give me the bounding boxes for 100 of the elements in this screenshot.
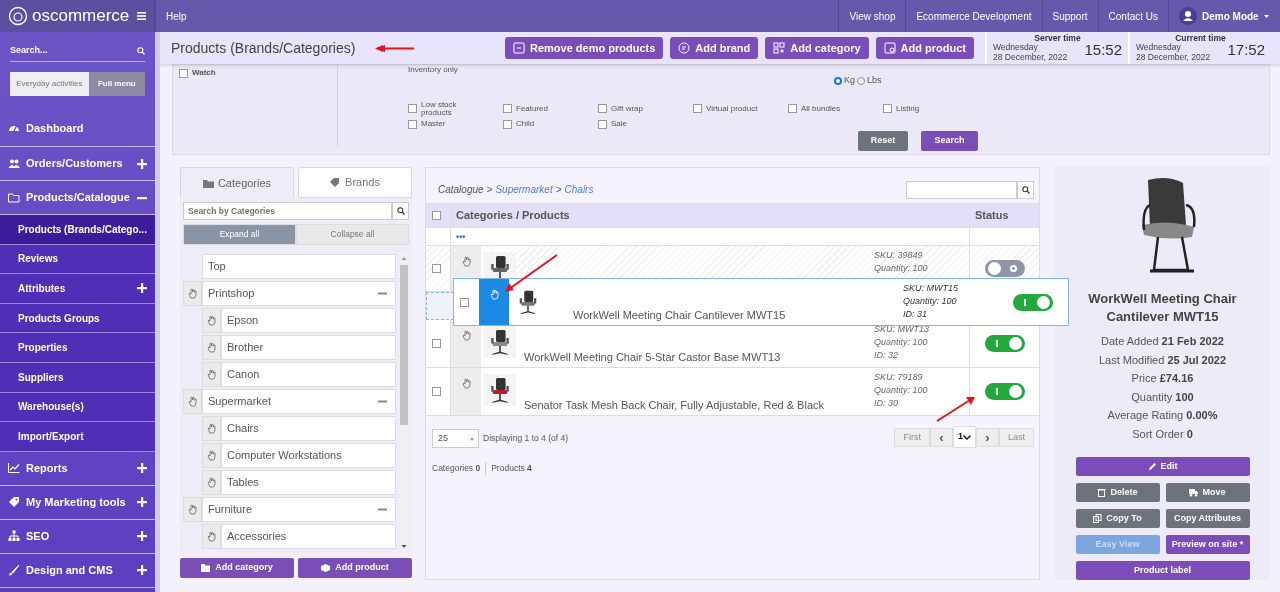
- filter-checkbox[interactable]: Listing: [883, 100, 978, 117]
- dragged-row[interactable]: WorkWell Meeting Chair Cantilever MWT15 SKU: MWT15 Quantity: 100 ID: 31: [453, 278, 1069, 326]
- expand-icon[interactable]: [137, 158, 147, 169]
- breadcrumb-text: Catalogue: [438, 184, 484, 195]
- tree-item[interactable]: Accessories: [221, 524, 396, 549]
- filter-checkbox[interactable]: Sale: [598, 117, 693, 131]
- breadcrumb-link[interactable]: Supermarket: [495, 184, 553, 195]
- add-category-button[interactable]: Add category: [180, 558, 294, 578]
- header-action-button[interactable]: Add category: [765, 36, 869, 60]
- tree-item[interactable]: Brother: [221, 335, 396, 360]
- action-button[interactable]: Edit: [1075, 457, 1250, 477]
- annotation-arrow: [936, 397, 975, 422]
- tree-item[interactable]: Epson: [221, 308, 396, 333]
- expand-icon[interactable]: [137, 531, 147, 542]
- tree-item[interactable]: Supermarket: [202, 389, 396, 414]
- filter-checkbox[interactable]: Featured: [503, 100, 598, 117]
- sidebar-item-label: Products/Catalogue: [26, 190, 130, 206]
- sidebar-subitem[interactable]: Products (Brands/Catego...: [0, 215, 155, 245]
- user-menu[interactable]: Demo Mode: [1202, 8, 1259, 24]
- count-text: Categories 0: [432, 462, 481, 475]
- action-button[interactable]: Product label: [1075, 561, 1250, 581]
- hand-icon: [207, 450, 216, 461]
- action-button[interactable]: Copy Attributes: [1165, 509, 1250, 529]
- select-all-checkbox[interactable]: [431, 211, 441, 220]
- menu-mode-tab[interactable]: Everyday activities: [10, 72, 89, 96]
- status-toggle[interactable]: [984, 383, 1025, 400]
- action-button[interactable]: Delete: [1075, 483, 1160, 503]
- row-checkbox[interactable]: [431, 264, 441, 273]
- header-action-button[interactable]: Add brand: [670, 36, 759, 60]
- sidebar-subitem[interactable]: Reviews: [0, 244, 155, 275]
- panel-tab[interactable]: Categories: [180, 167, 294, 198]
- status-toggle[interactable]: [984, 260, 1025, 277]
- add-product-button[interactable]: Add product: [298, 558, 412, 578]
- expand-icon[interactable]: [137, 497, 147, 508]
- product-name[interactable]: Senator Task Mesh Back Chair, Fully Adjustable, Red & Black: [516, 396, 824, 415]
- sidebar-subitem[interactable]: Attributes: [0, 274, 155, 304]
- filter-checkbox[interactable]: Child: [503, 117, 598, 131]
- filter-checkbox[interactable]: Master: [408, 117, 503, 131]
- pager-button[interactable]: 1: [952, 426, 976, 448]
- search-button[interactable]: [1017, 180, 1034, 199]
- expand-icon[interactable]: [137, 565, 147, 576]
- sidebar-item-label: Reviews: [18, 252, 59, 267]
- search-field[interactable]: [906, 180, 1017, 199]
- filter-checkbox[interactable]: Low stock products: [408, 100, 503, 117]
- more-link[interactable]: •••: [456, 232, 466, 242]
- hand-icon: [207, 531, 216, 542]
- weight-radio[interactable]: Lbs: [855, 74, 882, 88]
- filter-checkbox[interactable]: Gift wrap: [598, 100, 693, 117]
- status-toggle[interactable]: [984, 335, 1025, 352]
- sidebar-item-label: Warehouse(s): [18, 400, 84, 415]
- hand-icon: [188, 396, 197, 407]
- tree-item[interactable]: Computer Workstations: [221, 443, 396, 468]
- product-detail: Last Modified 25 Jul 2022: [1098, 352, 1227, 368]
- watch-checkbox[interactable]: Watch: [179, 67, 331, 79]
- action-button[interactable]: Preview on site *: [1165, 535, 1250, 555]
- search-button[interactable]: [392, 202, 409, 220]
- sidebar-subitem[interactable]: Suppliers: [0, 362, 155, 393]
- pager-button[interactable]: ‹: [929, 428, 953, 447]
- row-checkbox[interactable]: [460, 297, 469, 307]
- per-page-select[interactable]: 25: [432, 428, 479, 448]
- tree-item[interactable]: Chairs: [221, 416, 396, 441]
- expand-icon[interactable]: [137, 463, 147, 474]
- product-title: WorkWell Meeting Chair Cantilever MWT15: [1087, 290, 1238, 327]
- sidebar-subitem[interactable]: Import/Export: [0, 422, 155, 452]
- search-button[interactable]: Search: [921, 131, 978, 151]
- sidebar-subitem[interactable]: Warehouse(s): [0, 392, 155, 423]
- menu-icon[interactable]: [137, 12, 146, 20]
- sidebar-subitem[interactable]: Products Groups: [0, 303, 155, 334]
- folder-icon: [8, 191, 20, 204]
- product-detail: Sort Order 0: [1132, 426, 1193, 442]
- expand-icon[interactable]: [137, 283, 147, 294]
- panel-tab[interactable]: Brands: [298, 167, 412, 198]
- caret-icon[interactable]: [1263, 14, 1269, 18]
- product-name[interactable]: WorkWell Meeting Chair 5-Star Castor Base MWT13: [516, 348, 781, 367]
- row-checkbox[interactable]: [431, 387, 441, 396]
- category-search-field[interactable]: Search by Categories: [183, 202, 392, 220]
- tree-item[interactable]: Tables: [221, 470, 396, 495]
- sidebar-subitem[interactable]: Properties: [0, 333, 155, 363]
- search-field[interactable]: Search...: [10, 40, 145, 62]
- header-action-button[interactable]: Remove demo products: [505, 36, 664, 60]
- tree-item[interactable]: Top: [202, 254, 396, 279]
- tree-item[interactable]: Furniture: [202, 497, 396, 522]
- row-checkbox[interactable]: [431, 339, 441, 348]
- sidebar-item-label: Suppliers: [18, 370, 64, 385]
- annotation-arrow: [505, 254, 558, 292]
- product-quantity: Quantity: 100: [874, 336, 929, 350]
- filter-checkbox[interactable]: All bundles: [788, 100, 883, 117]
- filter-checkbox[interactable]: Virtual product: [693, 100, 788, 117]
- action-button[interactable]: Move: [1165, 483, 1250, 503]
- tree-toggle-button[interactable]: Collapse all: [296, 224, 409, 245]
- header-action-button[interactable]: Add product: [875, 36, 974, 60]
- reset-button[interactable]: Reset: [858, 131, 908, 151]
- product-name[interactable]: WorkWell Meeting Chair Cantilever MWT15: [543, 306, 786, 325]
- tree-item[interactable]: Printshop: [202, 281, 396, 306]
- breadcrumb-link[interactable]: Chairs: [564, 184, 594, 195]
- tree-item[interactable]: Canon: [221, 362, 396, 387]
- action-button[interactable]: Copy To: [1075, 509, 1160, 529]
- weight-radio[interactable]: Kg: [832, 74, 855, 88]
- pager-button[interactable]: ›: [976, 428, 999, 447]
- status-toggle[interactable]: [1013, 293, 1053, 311]
